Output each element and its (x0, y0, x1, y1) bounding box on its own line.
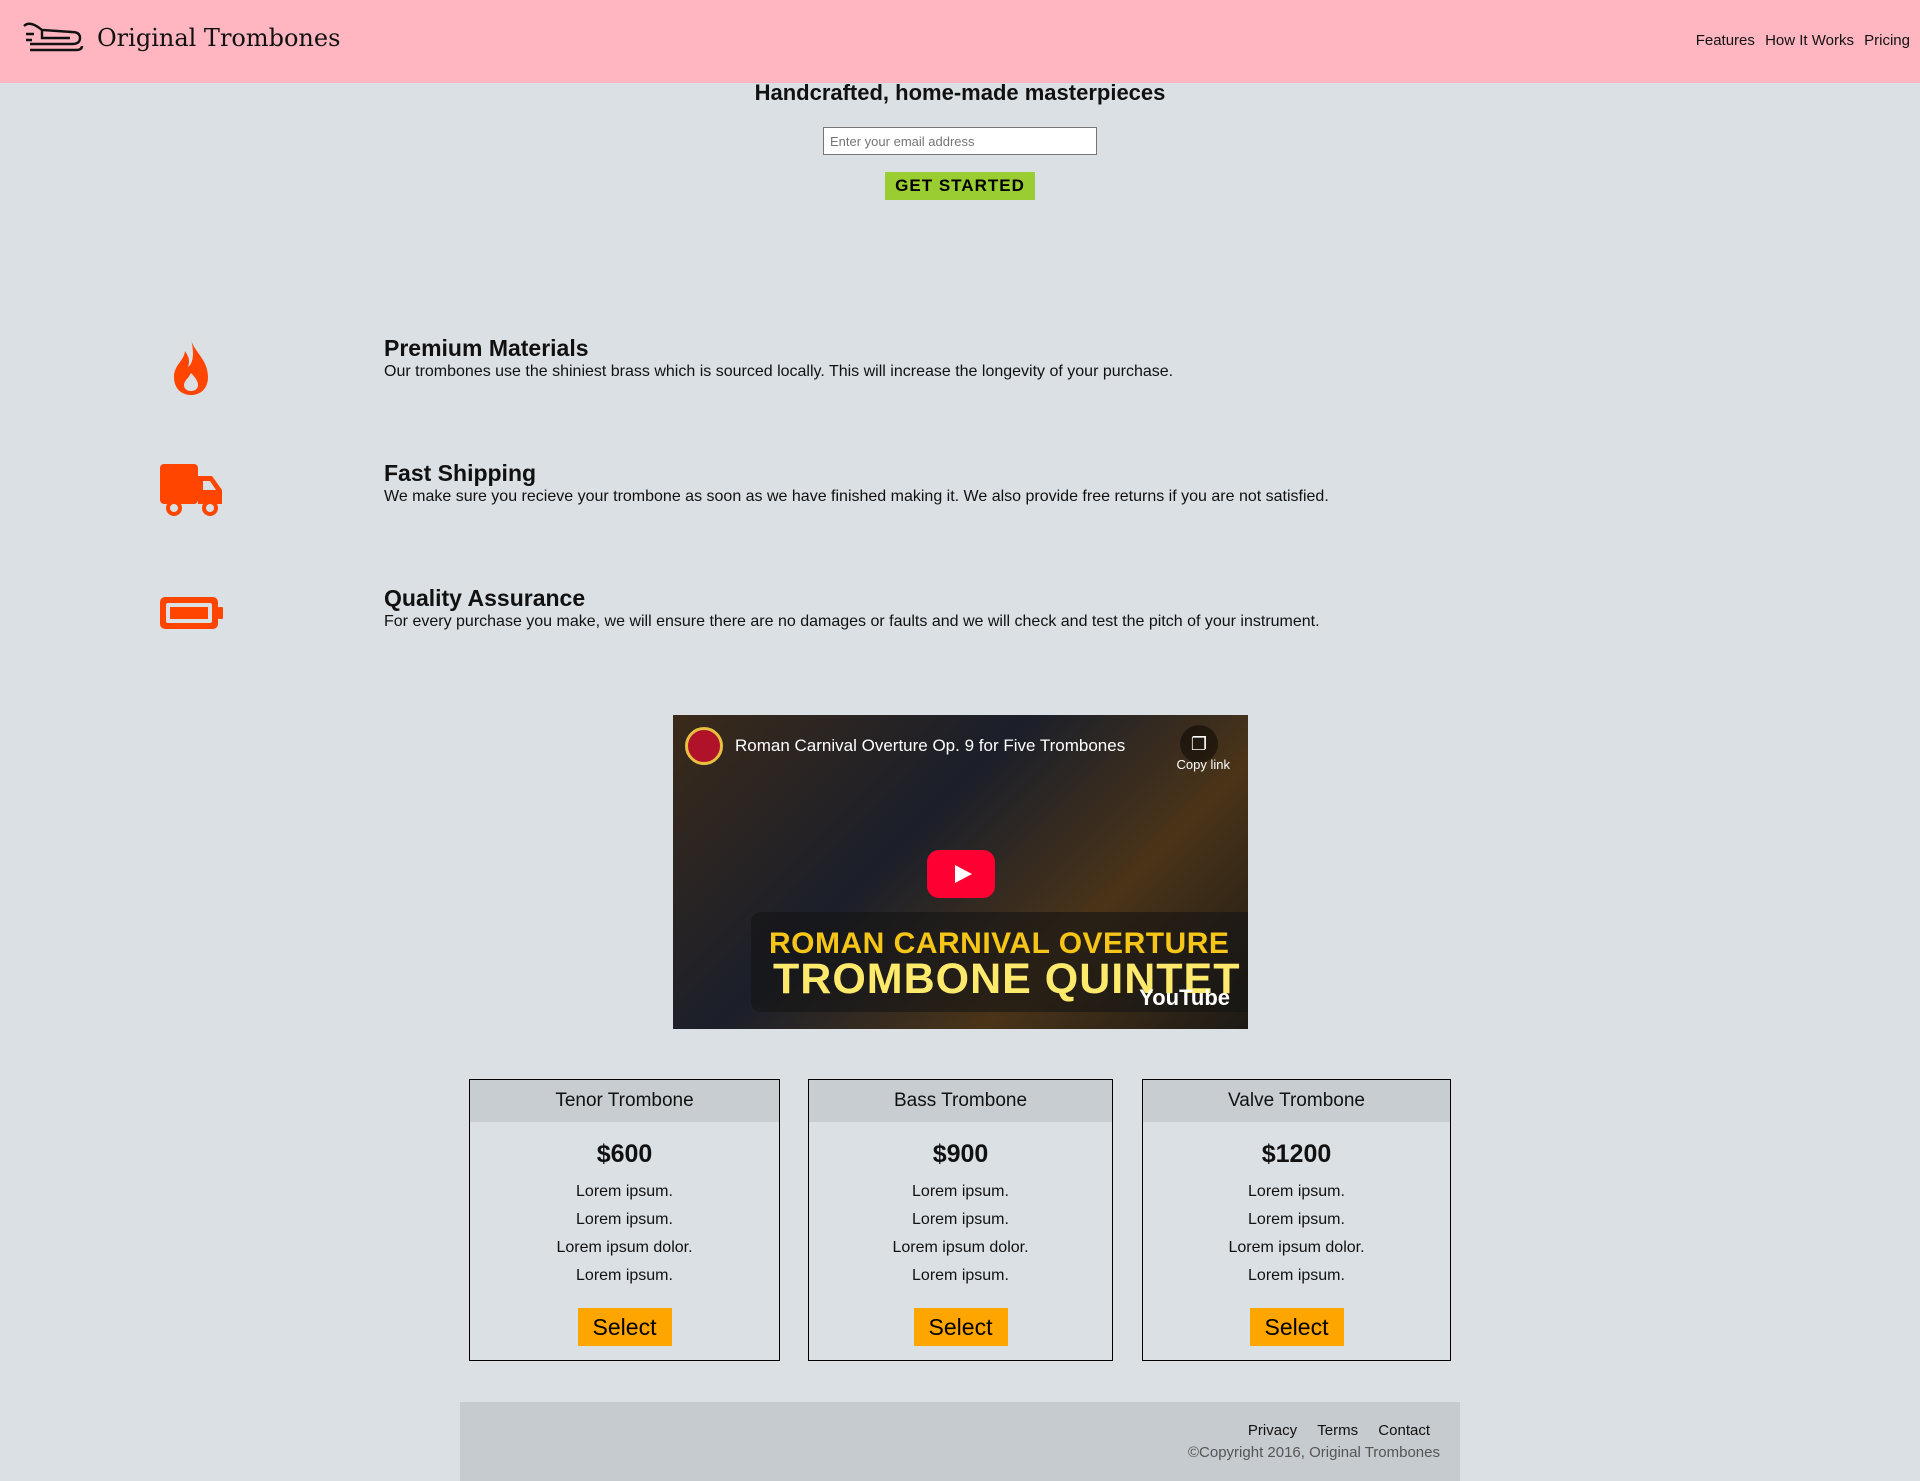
select-tenor-button[interactable]: Select (577, 1308, 672, 1346)
card-feature-line: Lorem ipsum. (576, 1211, 673, 1228)
nav-link-how-it-works[interactable]: How It Works (1765, 32, 1854, 49)
youtube-video-embed[interactable]: Roman Carnival Overture Op. 9 for Five T… (673, 715, 1248, 1029)
card-feature-line: Lorem ipsum. (912, 1211, 1009, 1228)
copy-link-button[interactable]: Copy link (1177, 757, 1230, 772)
pricing-card-bass: Bass Trombone $900 Lorem ipsum. Lorem ip… (808, 1079, 1113, 1361)
fire-icon (174, 339, 208, 395)
feature-quality-assurance: Quality Assurance For every purchase you… (0, 585, 1920, 675)
trombone-logo-icon[interactable] (20, 16, 86, 60)
copyright-text: ©Copyright 2016, Original Trombones (1187, 1444, 1440, 1461)
card-title: Valve Trombone (1143, 1080, 1450, 1122)
video-title[interactable]: Roman Carnival Overture Op. 9 for Five T… (735, 736, 1125, 756)
feature-title: Premium Materials (384, 335, 589, 361)
card-feature-line: Lorem ipsum dolor. (892, 1239, 1029, 1256)
feature-fast-shipping: Fast Shipping We make sure you recieve y… (0, 460, 1920, 550)
card-price: $1200 (1261, 1140, 1332, 1168)
truck-icon (160, 464, 222, 516)
card-feature-line: Lorem ipsum. (912, 1183, 1009, 1200)
channel-avatar[interactable] (685, 727, 723, 765)
footer-link-contact[interactable]: Contact (1378, 1422, 1430, 1439)
nav-link-features[interactable]: Features (1696, 32, 1755, 49)
card-title: Tenor Trombone (470, 1080, 779, 1122)
feature-description: We make sure you recieve your trombone a… (384, 488, 1329, 505)
battery-icon (160, 597, 223, 629)
select-bass-button[interactable]: Select (913, 1308, 1008, 1346)
pricing-card-valve: Valve Trombone $1200 Lorem ipsum. Lorem … (1142, 1079, 1451, 1361)
card-price: $600 (596, 1140, 653, 1168)
feature-title: Fast Shipping (384, 460, 537, 486)
get-started-button[interactable]: GET STARTED (885, 172, 1035, 200)
feature-description: For every purchase you make, we will ens… (384, 613, 1320, 630)
card-feature-line: Lorem ipsum. (1248, 1183, 1345, 1200)
card-feature-line: Lorem ipsum dolor. (556, 1239, 693, 1256)
youtube-logo[interactable]: YouTube (1139, 985, 1230, 1011)
card-feature-line: Lorem ipsum. (576, 1267, 673, 1284)
card-feature-line: Lorem ipsum dolor. (1228, 1239, 1365, 1256)
footer-links: Privacy Terms Contact (1232, 1422, 1430, 1439)
select-valve-button[interactable]: Select (1249, 1308, 1344, 1346)
footer-link-privacy[interactable]: Privacy (1248, 1422, 1297, 1439)
footer-link-terms[interactable]: Terms (1317, 1422, 1358, 1439)
nav-link-pricing[interactable]: Pricing (1864, 32, 1910, 49)
site-footer: Privacy Terms Contact ©Copyright 2016, O… (460, 1402, 1460, 1481)
hero-title: Handcrafted, home-made masterpieces (754, 80, 1166, 105)
card-feature-line: Lorem ipsum. (912, 1267, 1009, 1284)
email-input[interactable] (823, 127, 1097, 155)
card-title: Bass Trombone (809, 1080, 1112, 1122)
card-feature-line: Lorem ipsum. (1248, 1267, 1345, 1284)
feature-premium-materials: Premium Materials Our trombones use the … (0, 335, 1920, 425)
site-header: Original Trombones Features How It Works… (0, 0, 1920, 83)
pricing-card-tenor: Tenor Trombone $600 Lorem ipsum. Lorem i… (469, 1079, 780, 1361)
card-feature-line: Lorem ipsum. (1248, 1211, 1345, 1228)
play-button[interactable] (927, 850, 995, 898)
feature-description: Our trombones use the shiniest brass whi… (384, 363, 1174, 380)
card-feature-line: Lorem ipsum. (576, 1183, 673, 1200)
main-nav: Features How It Works Pricing (1690, 32, 1910, 49)
feature-title: Quality Assurance (384, 585, 586, 611)
card-price: $900 (932, 1140, 989, 1168)
brand-name[interactable]: Original Trombones (97, 24, 340, 52)
